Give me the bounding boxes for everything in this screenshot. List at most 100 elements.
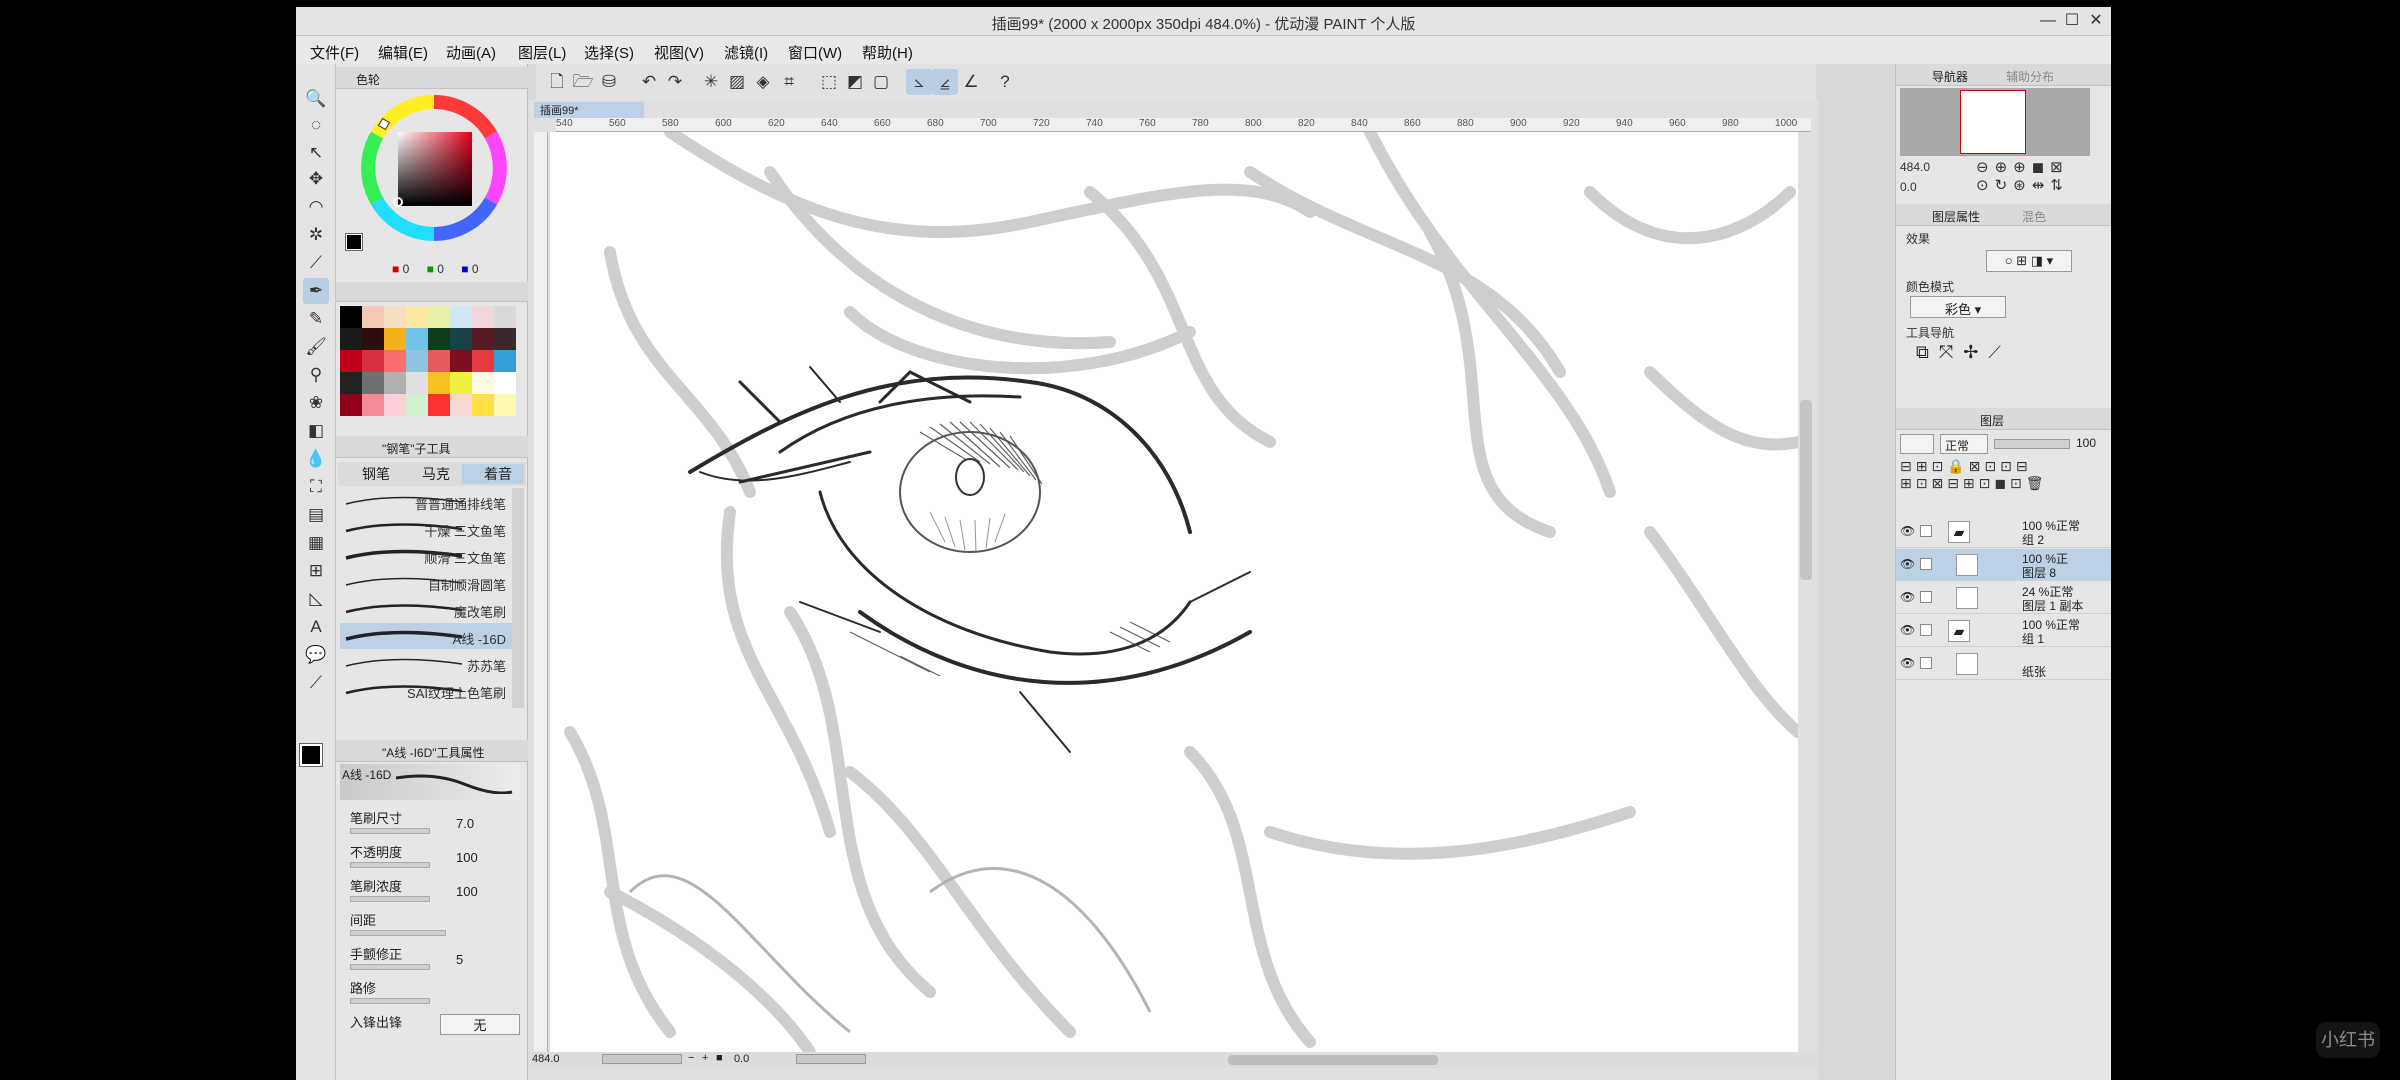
pen-tool-icon[interactable]: ✒	[303, 278, 329, 304]
lock-checkbox[interactable]	[1920, 591, 1932, 603]
brush-item[interactable]: SAI纹理上色笔刷	[340, 677, 512, 703]
property-value[interactable]: 100	[456, 884, 478, 899]
lock-checkbox[interactable]	[1920, 624, 1932, 636]
zoom-out-icon[interactable]: −	[688, 1052, 694, 1064]
eraser-icon[interactable]: ◧	[303, 418, 329, 444]
hand-tool-icon[interactable]: ◌	[303, 112, 329, 138]
color-swatch[interactable]	[406, 394, 428, 416]
property-value[interactable]: 7.0	[456, 816, 474, 831]
tab-pen[interactable]: 钢笔	[342, 464, 398, 484]
gradient-icon[interactable]: ▤	[303, 502, 329, 528]
snap-special-ruler-icon[interactable]: ⦤	[932, 69, 958, 95]
color-swatch[interactable]	[450, 350, 472, 372]
color-swatch[interactable]	[406, 372, 428, 394]
menu-animation[interactable]: 动画(A)	[446, 42, 496, 63]
ruler-icon[interactable]: ◺	[303, 586, 329, 612]
magic-wand-icon[interactable]: ✲	[303, 222, 329, 248]
minimize-button[interactable]: —	[2037, 11, 2059, 31]
vertical-scrollbar[interactable]	[1800, 400, 1812, 580]
horizontal-scrollbar[interactable]	[1228, 1055, 1438, 1065]
color-swatch[interactable]	[472, 394, 494, 416]
expression-color-dropdown[interactable]	[1900, 434, 1934, 454]
color-swatch[interactable]	[406, 350, 428, 372]
color-swatch[interactable]	[450, 306, 472, 328]
color-swatch[interactable]	[384, 350, 406, 372]
navigator-buttons[interactable]: ⊖⊕⊕◼⊠ ⊙↻⊛⇹⇅	[1976, 158, 2106, 200]
opacity-value[interactable]: 100	[2076, 436, 2096, 450]
color-swatch[interactable]	[340, 394, 362, 416]
frame-icon[interactable]: ⊞	[303, 558, 329, 584]
save-icon[interactable]: ⛁	[596, 69, 622, 95]
lock-checkbox[interactable]	[1920, 525, 1932, 537]
color-swatch[interactable]	[362, 328, 384, 350]
zoom-tool-icon[interactable]: 🔍	[303, 86, 329, 112]
property-value[interactable]: 5	[456, 952, 463, 967]
property-slider[interactable]	[350, 828, 430, 834]
help-icon[interactable]: ?	[992, 69, 1018, 95]
eye-icon[interactable]: 👁	[1900, 524, 1915, 538]
blend-mode-dropdown[interactable]: 正常	[1940, 434, 1988, 454]
property-value[interactable]: 无	[440, 1014, 520, 1035]
color-swatch[interactable]	[472, 306, 494, 328]
navigator-preview[interactable]	[1900, 88, 2090, 156]
color-swatch[interactable]	[340, 328, 362, 350]
rotate-slider[interactable]	[796, 1054, 866, 1064]
undo-icon[interactable]: ↶	[636, 69, 662, 95]
menu-help[interactable]: 帮助(H)	[862, 42, 913, 63]
eye-icon[interactable]: 👁	[1900, 590, 1915, 604]
color-swatch[interactable]	[472, 350, 494, 372]
snap-grid-icon[interactable]: ∠	[958, 69, 984, 95]
color-swatch[interactable]	[406, 306, 428, 328]
menu-view[interactable]: 视图(V)	[654, 42, 704, 63]
move-tool-icon[interactable]: ✥	[303, 166, 329, 192]
tab-layer-property[interactable]: 图层属性	[1932, 208, 1980, 225]
open-folder-icon[interactable]: 🗁	[570, 69, 596, 95]
color-swatch[interactable]	[362, 306, 384, 328]
color-swatch[interactable]	[340, 306, 362, 328]
operation-tool-icon[interactable]: ↖	[303, 140, 329, 166]
tab-blend[interactable]: 混色	[2022, 208, 2046, 225]
lock-checkbox[interactable]	[1920, 558, 1932, 570]
show-selection-icon[interactable]: ▢	[868, 69, 894, 95]
tab-layers[interactable]: 图层	[1980, 412, 2004, 429]
eyedropper-icon[interactable]: ⟋	[303, 250, 329, 276]
blend-icon[interactable]: 💧	[303, 446, 329, 472]
fill-icon[interactable]: ◈	[750, 69, 776, 95]
zoom-in-icon[interactable]: +	[702, 1052, 708, 1064]
color-swatch[interactable]	[428, 372, 450, 394]
fit-icon[interactable]: ■	[716, 1052, 723, 1064]
color-swatch[interactable]	[428, 394, 450, 416]
color-swatch[interactable]	[406, 328, 428, 350]
document-tab[interactable]: 插画99*	[534, 102, 644, 118]
brush-item[interactable]: 顺滑 三文鱼笔	[340, 542, 512, 568]
menu-edit[interactable]: 编辑(E)	[378, 42, 428, 63]
figure-icon[interactable]: ▦	[303, 530, 329, 556]
effect-selector[interactable]: ○ ⊞ ◨ ▾	[1986, 250, 2072, 272]
color-swatch[interactable]	[472, 372, 494, 394]
color-swatch[interactable]	[340, 372, 362, 394]
brush-list-scrollbar[interactable]	[512, 488, 524, 708]
new-file-icon[interactable]: 🗋	[544, 69, 570, 95]
color-swatch[interactable]	[494, 394, 516, 416]
snap-ruler-icon[interactable]: ⦣	[906, 69, 932, 95]
airbrush-icon[interactable]: ⚲	[303, 362, 329, 388]
eye-icon[interactable]: 👁	[1900, 656, 1915, 670]
eye-icon[interactable]: 👁	[1900, 623, 1915, 637]
brush-item[interactable]: 魔改笔刷	[340, 596, 512, 622]
color-swatch[interactable]	[428, 328, 450, 350]
menu-filter[interactable]: 滤镜(I)	[724, 42, 768, 63]
decoration-icon[interactable]: ❀	[303, 390, 329, 416]
color-mode-dropdown[interactable]: 彩色 ▾	[1910, 296, 2006, 318]
brush-item[interactable]: 普普通通排线笔	[340, 488, 512, 514]
property-slider[interactable]	[350, 930, 446, 936]
menu-window[interactable]: 窗口(W)	[788, 42, 842, 63]
property-slider[interactable]	[350, 862, 430, 868]
eye-icon[interactable]: 👁	[1900, 557, 1915, 571]
color-swatch[interactable]	[494, 328, 516, 350]
color-swatch[interactable]	[384, 306, 406, 328]
color-swatch[interactable]	[450, 328, 472, 350]
color-swatch[interactable]	[362, 372, 384, 394]
color-swatch[interactable]	[494, 372, 516, 394]
color-swatch[interactable]	[428, 306, 450, 328]
pencil-tool-icon[interactable]: ✎	[303, 306, 329, 332]
